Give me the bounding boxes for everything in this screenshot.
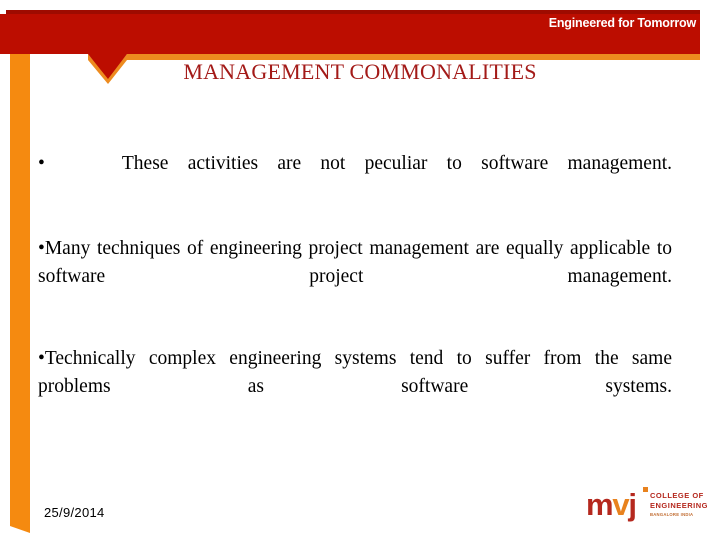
header-red-shade	[6, 10, 700, 14]
logo-letter-v: v	[612, 487, 629, 522]
logo-institution-text: COLLEGE OF ENGINEERING BANGALORE INDIA	[650, 491, 708, 518]
bullet-marker: •	[38, 238, 45, 260]
brand-tagline: Engineered for Tomorrow	[548, 16, 696, 30]
logo-wordmark: mvj	[586, 487, 637, 522]
slide-date: 25/9/2014	[44, 505, 105, 520]
slide-canvas: Engineered for Tomorrow MANAGEMENT COMMO…	[0, 0, 720, 540]
slide-body: • These activities are not peculiar to so…	[38, 150, 672, 429]
bullet-item-1: • These activities are not peculiar to so…	[38, 150, 672, 205]
page-title: MANAGEMENT COMMONALITIES	[183, 59, 537, 84]
bullet-text: Many techniques of engineering project m…	[38, 238, 672, 288]
logo-accent-dot	[643, 487, 648, 492]
logo-letter-m: m	[586, 487, 614, 522]
mvj-college-logo: mvj COLLEGE OF ENGINEERING BANGALORE IND…	[586, 487, 708, 527]
header-red-left-block	[0, 14, 30, 54]
logo-letter-j: j	[628, 487, 637, 522]
logo-text-line-3: BANGALORE INDIA	[650, 511, 694, 517]
logo-text-line-1: COLLEGE OF	[650, 491, 704, 500]
logo-text-line-2: ENGINEERING	[650, 500, 709, 510]
bullet-text: These activities are not peculiar to sof…	[121, 153, 673, 174]
bullet-text: Technically complex engineering systems …	[38, 348, 672, 398]
bullet-item-3: •Technically complex engineering systems…	[38, 345, 672, 428]
bullet-marker: •	[38, 153, 45, 174]
left-orange-bar-body	[10, 108, 30, 533]
bullet-item-2: •Many techniques of engineering project …	[38, 235, 672, 318]
bullet-marker: •	[38, 348, 45, 370]
